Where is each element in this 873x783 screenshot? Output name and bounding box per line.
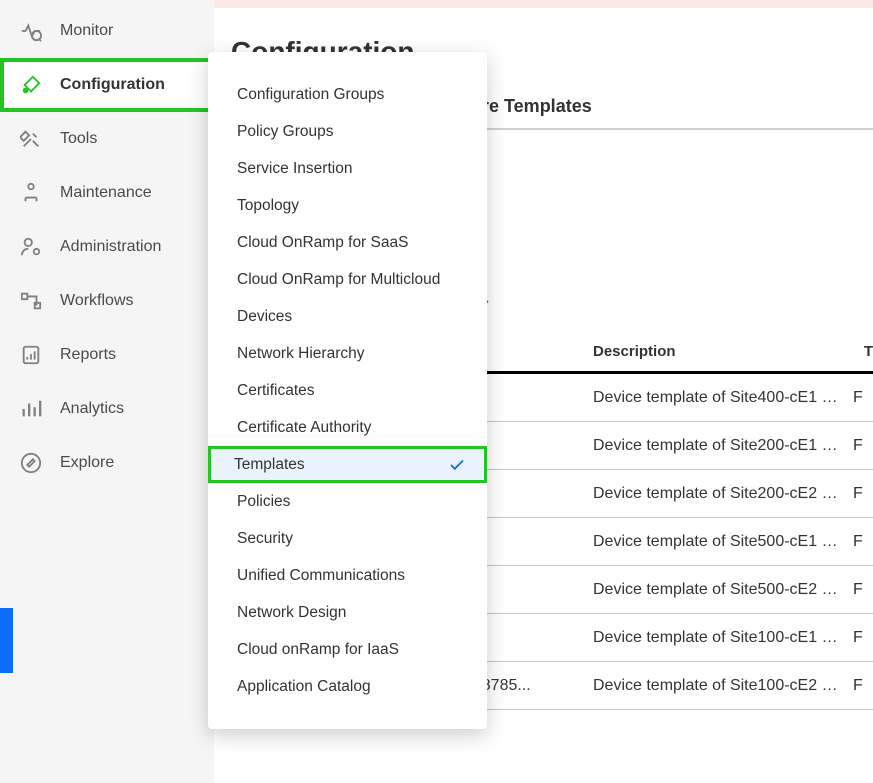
menu-label: Network Hierarchy [237,345,364,363]
cell-desc: Device template of Site200-cE2 wit... [593,485,853,503]
menu-label: Certificate Authority [237,419,371,437]
menu-item-templates[interactable]: Templates [208,446,487,483]
menu-label: Cloud onRamp for IaaS [237,641,399,659]
sidebar-label: Configuration [60,76,165,94]
sidebar-label: Analytics [60,400,124,418]
sidebar-label: Maintenance [60,184,152,202]
menu-item-security[interactable]: Security [208,520,487,557]
tab-label: re Templates [482,96,592,116]
alert-banner [214,0,873,8]
cell-last: F [853,389,863,407]
menu-label: Policies [237,493,290,511]
cell-desc: Device template of Site100-cE2 wit... [593,677,853,695]
sidebar-item-administration[interactable]: Administration [0,220,214,274]
explore-icon [18,450,44,476]
menu-item-certificate-authority[interactable]: Certificate Authority [208,409,487,446]
col-header-description[interactable]: Description [593,343,864,360]
menu-item-certificates[interactable]: Certificates [208,372,487,409]
menu-label: Templates [234,456,305,474]
check-icon [448,456,466,474]
menu-item-topology[interactable]: Topology [208,187,487,224]
menu-item-service-insertion[interactable]: Service Insertion [208,150,487,187]
monitor-icon [18,18,44,44]
configuration-icon [18,72,44,98]
cell-last: F [853,437,863,455]
menu-label: Network Design [237,604,346,622]
menu-item-network-hierarchy[interactable]: Network Hierarchy [208,335,487,372]
menu-label: Configuration Groups [237,86,384,104]
tools-icon [18,126,44,152]
sidebar-label: Administration [60,238,161,256]
menu-item-unified-communications[interactable]: Unified Communications [208,557,487,594]
sidebar-item-tools[interactable]: Tools [0,112,214,166]
analytics-icon [18,396,44,422]
sidebar-item-workflows[interactable]: Workflows [0,274,214,328]
cell-desc: Device template of Site500-cE1 wit... [593,533,853,551]
sidebar-item-explore[interactable]: Explore [0,436,214,490]
reports-icon [18,342,44,368]
cell-last: F [853,485,863,503]
menu-label: Service Insertion [237,160,352,178]
sidebar-item-reports[interactable]: Reports [0,328,214,382]
menu-item-cloud-onramp-iaas[interactable]: Cloud onRamp for IaaS [208,631,487,668]
menu-item-network-design[interactable]: Network Design [208,594,487,631]
tab-feature-templates[interactable]: re Templates [482,96,873,125]
sidebar-item-monitor[interactable]: Monitor [0,4,214,58]
tab-underline [482,128,873,130]
menu-label: Policy Groups [237,123,333,141]
menu-item-devices[interactable]: Devices [208,298,487,335]
sidebar: Monitor Configuration Tools Maintenance … [0,0,214,783]
workflows-icon [18,288,44,314]
sidebar-label: Monitor [60,22,113,40]
menu-item-configuration-groups[interactable]: Configuration Groups [208,76,487,113]
menu-label: Cloud OnRamp for Multicloud [237,271,440,289]
menu-item-policies[interactable]: Policies [208,483,487,520]
maintenance-icon [18,180,44,206]
cell-desc: Device template of Site200-cE1 wit... [593,437,853,455]
cell-desc: Device template of Site400-cE1 wit... [593,389,853,407]
sidebar-label: Reports [60,346,116,364]
sidebar-item-configuration[interactable]: Configuration [0,58,214,112]
menu-label: Certificates [237,382,315,400]
administration-icon [18,234,44,260]
sidebar-label: Workflows [60,292,134,310]
menu-label: Unified Communications [237,567,405,585]
menu-label: Topology [237,197,299,215]
cell-desc: Device template of Site500-cE2 wit... [593,581,853,599]
cell-last: F [853,533,863,551]
sidebar-item-analytics[interactable]: Analytics [0,382,214,436]
menu-label: Application Catalog [237,678,371,696]
menu-item-cloud-onramp-saas[interactable]: Cloud OnRamp for SaaS [208,224,487,261]
menu-item-policy-groups[interactable]: Policy Groups [208,113,487,150]
menu-label: Cloud OnRamp for SaaS [237,234,408,252]
menu-label: Devices [237,308,292,326]
sidebar-label: Tools [60,130,97,148]
cell-last: F [853,629,863,647]
menu-item-cloud-onramp-multicloud[interactable]: Cloud OnRamp for Multicloud [208,261,487,298]
configuration-menu: Configuration Groups Policy Groups Servi… [208,52,487,729]
cell-desc: Device template of Site100-cE1 wit... [593,629,853,647]
sidebar-accent-bar [0,608,13,673]
col-header-last[interactable]: T [864,343,873,360]
menu-label: Security [237,530,293,548]
sidebar-label: Explore [60,454,114,472]
cell-last: F [853,581,863,599]
sidebar-item-maintenance[interactable]: Maintenance [0,166,214,220]
cell-last: F [853,677,863,695]
menu-item-application-catalog[interactable]: Application Catalog [208,668,487,705]
